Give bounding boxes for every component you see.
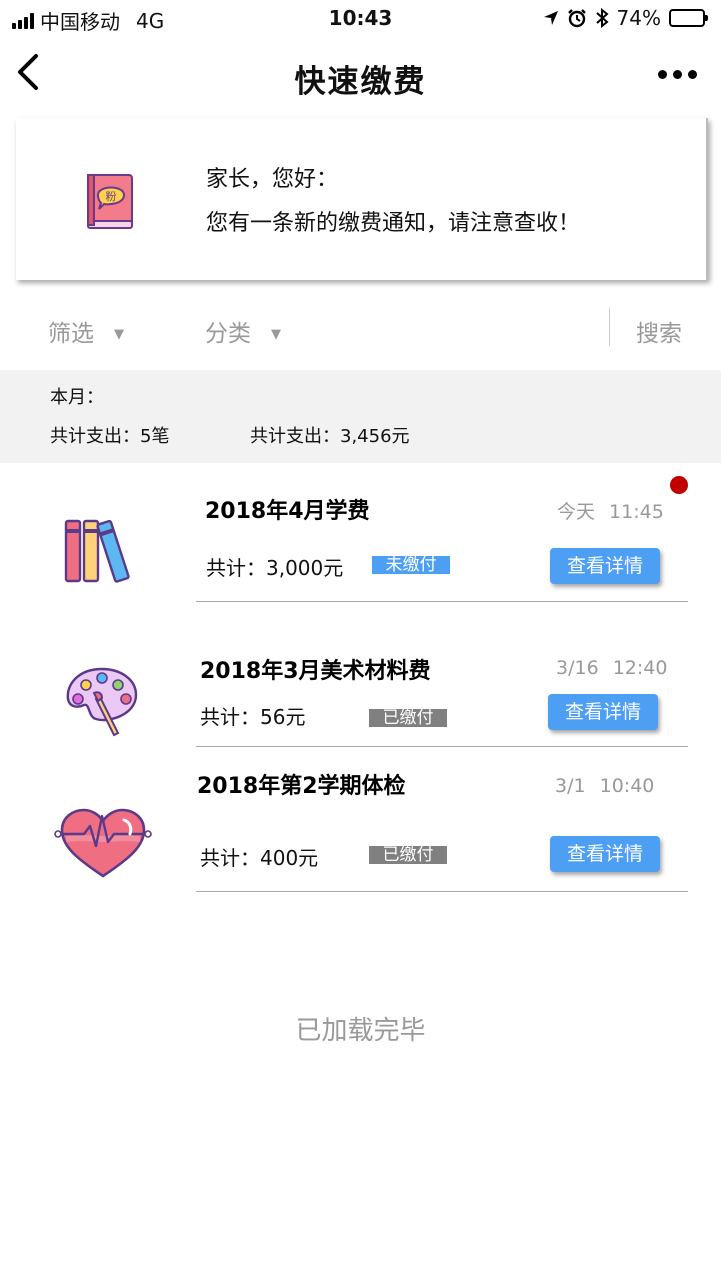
list-item[interactable]: 2018年第2学期体检 3/1 10:40 共计：400元 已缴付 查看详情 bbox=[0, 748, 721, 893]
nav-bar: 快速缴费 bbox=[0, 38, 721, 114]
battery-icon bbox=[669, 9, 708, 27]
status-badge: 已缴付 bbox=[369, 709, 447, 727]
status-right: 74% bbox=[543, 6, 708, 30]
monthly-summary: 本月： 共计支出：5笔 共计支出：3,456元 bbox=[0, 370, 721, 463]
item-total: 共计：56元 bbox=[200, 705, 306, 729]
item-title: 2018年4月学费 bbox=[205, 499, 370, 524]
more-button[interactable] bbox=[658, 62, 697, 86]
summary-count: 共计支出：5笔 bbox=[50, 426, 170, 447]
alarm-icon bbox=[567, 9, 586, 28]
palette-icon bbox=[66, 667, 138, 737]
item-divider bbox=[196, 746, 688, 747]
item-divider bbox=[196, 601, 688, 602]
filter-label: 筛选 bbox=[48, 321, 94, 347]
item-divider bbox=[196, 891, 688, 892]
end-of-list-text: 已加载完毕 bbox=[295, 1016, 426, 1046]
svg-text:粉: 粉 bbox=[106, 190, 117, 203]
search-button[interactable]: 搜索 bbox=[636, 314, 682, 348]
filter-dropdown[interactable]: 筛选 ▼ bbox=[48, 314, 124, 348]
caret-down-icon: ▼ bbox=[271, 327, 281, 342]
view-details-button[interactable]: 查看详情 bbox=[550, 836, 660, 872]
list-item[interactable]: 2018年4月学费 今天 11:45 共计：3,000元 未缴付 查看详情 bbox=[0, 463, 721, 603]
list-item[interactable]: 2018年3月美术材料费 3/16 12:40 共计：56元 已缴付 查看详情 bbox=[0, 603, 721, 748]
notice-card: 粉 家长，您好： 您有一条新的缴费通知，请注意查收！ bbox=[16, 118, 708, 280]
item-time: 3/1 10:40 bbox=[555, 775, 655, 797]
bluetooth-icon bbox=[595, 8, 609, 28]
notebook-icon: 粉 bbox=[87, 174, 133, 229]
item-total: 共计：3,000元 bbox=[206, 556, 344, 580]
notice-text: 家长，您好： 您有一条新的缴费通知，请注意查收！ bbox=[206, 158, 580, 246]
books-icon bbox=[64, 519, 130, 583]
page-title: 快速缴费 bbox=[294, 64, 427, 100]
category-dropdown[interactable]: 分类 ▼ bbox=[205, 314, 281, 348]
location-arrow-icon bbox=[543, 11, 558, 25]
status-bar: 中国移动 4G 10:43 74% bbox=[0, 0, 721, 38]
item-title: 2018年3月美术材料费 bbox=[200, 659, 431, 684]
view-details-button[interactable]: 查看详情 bbox=[548, 694, 658, 730]
status-badge: 未缴付 bbox=[372, 556, 450, 574]
view-details-button[interactable]: 查看详情 bbox=[550, 548, 660, 584]
heart-pulse-icon bbox=[54, 808, 152, 878]
item-time: 今天 11:45 bbox=[557, 501, 664, 523]
caret-down-icon: ▼ bbox=[114, 327, 124, 342]
notice-greeting: 家长，您好： bbox=[206, 167, 339, 192]
battery-percent: 74% bbox=[616, 6, 661, 30]
unread-dot bbox=[670, 476, 688, 494]
category-label: 分类 bbox=[205, 321, 251, 347]
notice-message: 您有一条新的缴费通知，请注意查收！ bbox=[206, 211, 581, 236]
summary-month-label: 本月： bbox=[50, 387, 104, 408]
filter-row: 筛选 ▼ 分类 ▼ 搜索 bbox=[0, 290, 721, 368]
summary-amount: 共计支出：3,456元 bbox=[250, 426, 410, 447]
status-badge: 已缴付 bbox=[369, 846, 447, 864]
more-dots-icon bbox=[658, 69, 667, 79]
item-time: 3/16 12:40 bbox=[556, 657, 668, 679]
item-title: 2018年第2学期体检 bbox=[197, 774, 406, 799]
item-total: 共计：400元 bbox=[200, 846, 319, 870]
filter-divider bbox=[609, 308, 610, 346]
